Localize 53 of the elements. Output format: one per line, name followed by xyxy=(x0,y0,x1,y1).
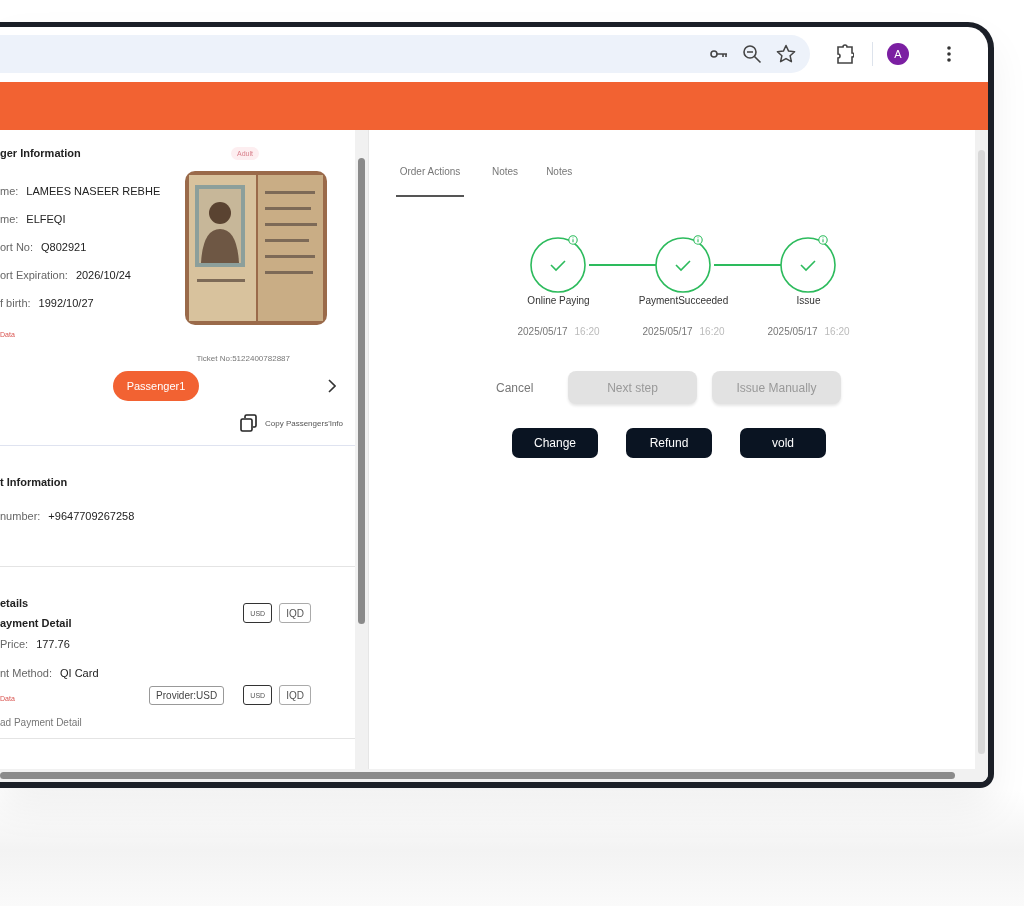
provider-currency: Provider:USD xyxy=(149,685,225,705)
field-value: QI Card xyxy=(60,666,99,679)
profile-avatar[interactable]: A xyxy=(887,42,909,65)
field-label: ad Payment Detail xyxy=(0,717,83,728)
currency-toggle[interactable]: IQD xyxy=(279,685,311,705)
tab[interactable]: Order Actions xyxy=(396,158,464,197)
action-button[interactable]: Cancel xyxy=(496,380,568,395)
field-value: Q802921 xyxy=(41,241,87,253)
step-label: PaymentSucceeded xyxy=(638,295,729,306)
step-time: 16:20 xyxy=(824,326,850,337)
field-label: number: xyxy=(0,510,41,522)
field-label: Price: xyxy=(0,637,29,650)
chevron-right-icon[interactable] xyxy=(328,379,336,393)
step-label: Issue xyxy=(796,295,821,306)
copy-icon[interactable] xyxy=(240,414,257,432)
action-button[interactable]: Refund xyxy=(626,428,712,458)
field-label: ort Expiration: xyxy=(0,269,68,281)
currency-toggle[interactable]: IQD xyxy=(279,603,311,623)
menu-icon[interactable] xyxy=(947,45,951,62)
field-label: ort No: xyxy=(0,241,33,253)
zoom-out-icon[interactable] xyxy=(742,43,762,64)
field-label: me: xyxy=(0,185,19,197)
scrollbar[interactable] xyxy=(975,130,988,769)
copy-passengers-link[interactable]: Copy Passengers'Info xyxy=(265,418,343,428)
step-label: Online Paying xyxy=(527,295,590,306)
action-button[interactable]: Change xyxy=(512,428,598,458)
section-title: etails xyxy=(0,597,30,609)
field-value: 1992/10/27 xyxy=(38,297,94,309)
step-date: 2025/05/17 xyxy=(767,326,818,337)
field-value: +9647709267258 xyxy=(48,510,135,522)
scrollbar[interactable] xyxy=(355,130,368,769)
tab[interactable]: Notes xyxy=(546,158,573,197)
section-subtitle: ayment Detail xyxy=(0,617,72,629)
section-title: ger Information xyxy=(0,147,81,159)
field-value: ELFEQI xyxy=(26,213,66,225)
section-title: t Information xyxy=(0,476,69,488)
scrollbar[interactable] xyxy=(0,769,988,782)
field-label: f birth: xyxy=(0,297,31,309)
action-button[interactable]: vold xyxy=(740,428,826,458)
ticket-number: Ticket No:5122400782887 xyxy=(195,354,290,363)
puzzle-icon[interactable] xyxy=(836,43,854,64)
field-label: me: xyxy=(0,213,19,225)
key-icon[interactable] xyxy=(710,48,728,59)
field-value: 177.76 xyxy=(36,637,70,650)
star-icon[interactable] xyxy=(776,43,796,64)
step-time: 16:20 xyxy=(699,326,725,337)
field-value: LAMEES NASEER REBHE xyxy=(26,185,161,197)
field-value: 2026/10/24 xyxy=(75,269,131,281)
step-date: 2025/05/17 xyxy=(517,326,568,337)
field-label: nt Method: xyxy=(0,666,52,679)
step-time: 16:20 xyxy=(574,326,600,337)
step-date: 2025/05/17 xyxy=(642,326,693,337)
tab[interactable]: Notes xyxy=(492,158,519,197)
